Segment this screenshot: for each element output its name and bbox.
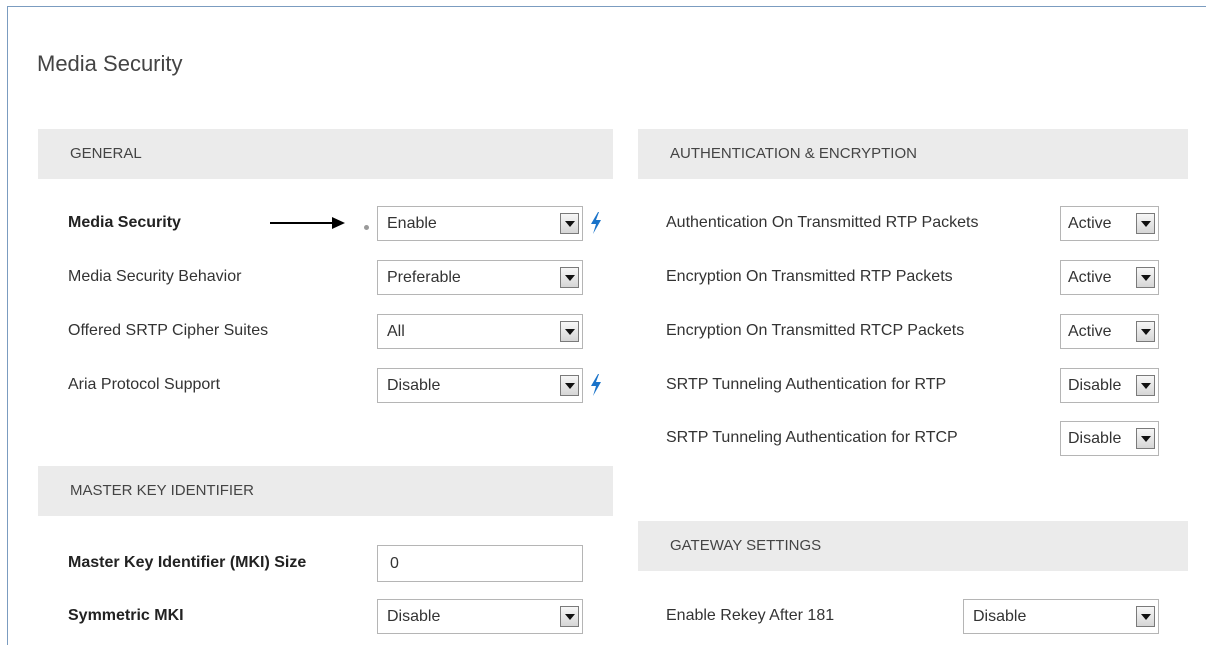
enc-rtp-label: Encryption On Transmitted RTP Packets (666, 268, 953, 285)
page-title: Media Security (37, 51, 183, 76)
symmetric-mki-select[interactable]: Disable (377, 599, 583, 634)
mki-size-input[interactable]: 0 (377, 545, 583, 582)
section-header-gateway-settings: GATEWAY SETTINGS (638, 521, 1188, 571)
enc-rtcp-label: Encryption On Transmitted RTCP Packets (666, 322, 965, 339)
chevron-down-icon[interactable] (560, 213, 579, 234)
mki-size-label: Master Key Identifier (MKI) Size (68, 554, 307, 571)
modified-indicator-dot (364, 225, 369, 230)
auth-rtp-select[interactable]: Active (1060, 206, 1159, 241)
tunnel-rtcp-value: Disable (1068, 430, 1122, 447)
rekey-181-value: Disable (973, 608, 1027, 625)
chevron-down-icon[interactable] (1136, 267, 1155, 288)
mki-size-value: 0 (390, 555, 399, 572)
media-security-select[interactable]: Enable (377, 206, 583, 241)
auth-rtp-label: Authentication On Transmitted RTP Packet… (666, 214, 979, 231)
chevron-down-icon[interactable] (1136, 428, 1155, 449)
aria-protocol-support-select[interactable]: Disable (377, 368, 583, 403)
section-header-general: GENERAL (38, 129, 613, 179)
tunnel-rtcp-select[interactable]: Disable (1060, 421, 1159, 456)
lightning-icon (591, 374, 601, 396)
enc-rtp-value: Active (1068, 269, 1112, 286)
aria-protocol-support-value: Disable (387, 377, 441, 394)
offered-srtp-cipher-suites-value: All (387, 323, 405, 340)
auth-rtp-value: Active (1068, 215, 1112, 232)
offered-srtp-cipher-suites-label: Offered SRTP Cipher Suites (68, 322, 269, 339)
symmetric-mki-label: Symmetric MKI (68, 607, 184, 624)
media-security-label: Media Security (68, 214, 181, 231)
media-security-behavior-value: Preferable (387, 269, 461, 286)
chevron-down-icon[interactable] (560, 267, 579, 288)
arrow-right-icon (270, 217, 345, 229)
chevron-down-icon[interactable] (1136, 213, 1155, 234)
enc-rtp-select[interactable]: Active (1060, 260, 1159, 295)
lightning-icon (591, 212, 601, 234)
chevron-down-icon[interactable] (560, 375, 579, 396)
aria-protocol-support-label: Aria Protocol Support (68, 376, 221, 393)
chevron-down-icon[interactable] (1136, 606, 1155, 627)
tunnel-rtp-value: Disable (1068, 377, 1122, 394)
chevron-down-icon[interactable] (1136, 375, 1155, 396)
media-security-behavior-label: Media Security Behavior (68, 268, 242, 285)
offered-srtp-cipher-suites-select[interactable]: All (377, 314, 583, 349)
tunnel-rtp-label: SRTP Tunneling Authentication for RTP (666, 376, 947, 393)
section-header-authentication-encryption: AUTHENTICATION & ENCRYPTION (638, 129, 1188, 179)
tunnel-rtp-select[interactable]: Disable (1060, 368, 1159, 403)
chevron-down-icon[interactable] (1136, 321, 1155, 342)
enc-rtcp-select[interactable]: Active (1060, 314, 1159, 349)
media-security-value: Enable (387, 215, 437, 232)
section-header-master-key-identifier: MASTER KEY IDENTIFIER (38, 466, 613, 516)
rekey-181-select[interactable]: Disable (963, 599, 1159, 634)
tunnel-rtcp-label: SRTP Tunneling Authentication for RTCP (666, 429, 958, 446)
rekey-181-label: Enable Rekey After 181 (666, 607, 835, 624)
symmetric-mki-value: Disable (387, 608, 441, 625)
chevron-down-icon[interactable] (560, 321, 579, 342)
media-security-behavior-select[interactable]: Preferable (377, 260, 583, 295)
enc-rtcp-value: Active (1068, 323, 1112, 340)
chevron-down-icon[interactable] (560, 606, 579, 627)
